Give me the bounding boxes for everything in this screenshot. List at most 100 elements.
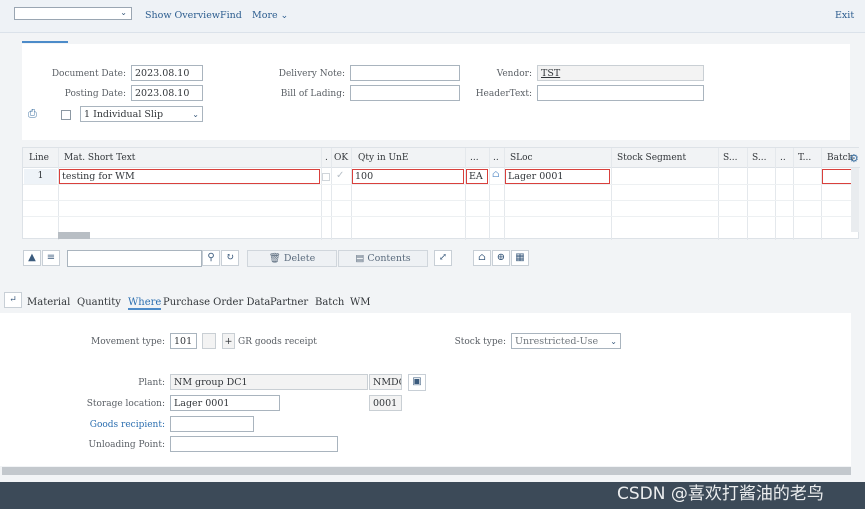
bill-of-lading-input[interactable] [350, 85, 460, 101]
plant-label: Plant: [138, 378, 165, 388]
header-text-label: HeaderText: [475, 89, 532, 99]
delete-label: Delete [283, 253, 316, 264]
more-button[interactable]: More ⌄ [252, 10, 288, 21]
movement-sign: + [222, 333, 235, 349]
fullscreen-icon[interactable]: ⤢ [434, 250, 452, 266]
search-next-icon[interactable]: ↻ [221, 250, 239, 266]
col-s2[interactable]: S... [752, 153, 766, 163]
collapse-icon[interactable]: ▲ [23, 250, 41, 266]
col-divider [821, 148, 822, 240]
toolbar: ⌄ Show Overview Find More ⌄ Exit [0, 0, 865, 33]
col-divider [611, 148, 612, 240]
col-divider [465, 148, 466, 240]
home-icon[interactable]: ⌂ [492, 169, 500, 180]
col-mat-short-text[interactable]: Mat. Short Text [64, 153, 135, 163]
exit-button[interactable]: Exit [835, 10, 854, 21]
col-divider [775, 148, 776, 240]
col-ok[interactable]: OK [334, 153, 348, 163]
row-unit-input[interactable]: EA [466, 169, 488, 184]
col-unit[interactable]: ... [470, 153, 479, 163]
slip-select-value: 1 Individual Slip [84, 109, 164, 120]
movement-indicator [202, 333, 216, 349]
chevron-down-icon: ⌄ [610, 337, 617, 346]
more-label: More [252, 10, 278, 21]
row-qty-input[interactable]: 100 [352, 169, 464, 184]
col-divider [747, 148, 748, 240]
tab-quantity[interactable]: Quantity [77, 297, 121, 308]
row-line [23, 200, 851, 201]
grid-search-input[interactable] [67, 250, 202, 267]
col-qty[interactable]: Qty in UnE [358, 153, 408, 163]
delivery-note-input[interactable] [350, 65, 460, 81]
col-divider [793, 148, 794, 240]
col-divider [58, 148, 59, 240]
col-divider [331, 148, 332, 240]
tab-where[interactable]: Where [128, 297, 162, 310]
row-dot-checkbox[interactable] [322, 173, 330, 181]
add-circle-icon[interactable]: ⊕ [492, 250, 510, 266]
contents-icon: ▤ [355, 253, 365, 264]
page-horizontal-scrollbar[interactable] [2, 467, 851, 475]
goods-recipient-label: Goods recipient: [89, 420, 165, 430]
tab-partner[interactable]: Partner [270, 297, 308, 308]
tab-material[interactable]: Material [27, 297, 70, 308]
col-t[interactable]: T... [798, 153, 811, 163]
col-icon[interactable]: .. [493, 153, 499, 163]
collapse-detail-icon[interactable]: ↵ [4, 292, 22, 308]
plant-code: NMDC [369, 374, 402, 390]
show-overview-button[interactable]: Show Overview [145, 10, 220, 21]
posting-date-label: Posting Date: [64, 89, 126, 99]
trash-icon: 🗑 [268, 253, 281, 264]
grid-horizontal-scrollbar[interactable] [58, 232, 90, 239]
col-stock-segment[interactable]: Stock Segment [617, 153, 686, 163]
settings-gear-icon[interactable]: ⚙ [849, 152, 859, 165]
grid-vertical-scrollbar[interactable] [851, 168, 859, 232]
slip-select[interactable]: 1 Individual Slip ⌄ [80, 106, 203, 122]
row-mat-short-text-input[interactable]: testing for WM [59, 169, 320, 184]
movement-type-label: Movement type: [91, 337, 165, 347]
col-line[interactable]: Line [29, 153, 49, 163]
goods-recipient-input[interactable] [170, 416, 254, 432]
contents-button[interactable]: ▤ Contents [338, 250, 428, 267]
stock-type-value: Unrestricted-Use [515, 336, 599, 347]
contents-label: Contents [367, 253, 411, 264]
find-button[interactable]: Find [220, 10, 242, 21]
row-batch-input[interactable] [822, 169, 852, 184]
home-icon[interactable]: ⌂ [473, 250, 491, 266]
ok-check-icon[interactable]: ✓ [336, 170, 344, 181]
col-divider [489, 148, 490, 240]
document-date-label: Document Date: [51, 69, 126, 79]
tab-wm[interactable]: WM [350, 297, 371, 308]
row-sloc-input[interactable]: Lager 0001 [505, 169, 610, 184]
search-icon[interactable]: ⚲ [202, 250, 220, 266]
print-checkbox[interactable] [61, 110, 71, 120]
header-text-input[interactable] [537, 85, 704, 101]
document-date-input[interactable]: 2023.08.10 [131, 65, 203, 81]
row-line [23, 216, 851, 217]
tab-batch[interactable]: Batch [315, 297, 344, 308]
header-tab-indicator [22, 41, 68, 43]
image-icon[interactable]: ▣ [408, 374, 426, 391]
transaction-dropdown[interactable]: ⌄ [14, 7, 132, 20]
stock-type-select[interactable]: Unrestricted-Use ⌄ [511, 333, 621, 349]
storage-location-code: 0001 [369, 395, 402, 411]
tab-purchase-order-data[interactable]: Purchase Order Data [163, 297, 270, 308]
table-row-line-number[interactable]: 1 [24, 169, 57, 184]
posting-date-input[interactable]: 2023.08.10 [131, 85, 203, 101]
delete-button[interactable]: 🗑 Delete [247, 250, 337, 267]
col-dot[interactable]: . [325, 153, 328, 163]
vendor-input[interactable]: TST [537, 65, 704, 81]
unloading-point-input[interactable] [170, 436, 338, 452]
printer-icon[interactable]: ⎙ [28, 107, 37, 121]
chevron-down-icon: ⌄ [192, 110, 199, 119]
movement-type-input[interactable]: 101 [170, 333, 197, 349]
filter-icon[interactable]: ≡ [42, 250, 60, 266]
col-sloc[interactable]: SLoc [510, 153, 533, 163]
stock-type-label: Stock type: [454, 337, 506, 347]
col-dots[interactable]: .. [780, 153, 786, 163]
col-s1[interactable]: S... [723, 153, 737, 163]
movement-description: GR goods receipt [238, 337, 317, 347]
calendar-icon[interactable]: ▦ [511, 250, 529, 266]
storage-location-input[interactable]: Lager 0001 [170, 395, 280, 411]
bill-of-lading-label: Bill of Lading: [280, 89, 345, 99]
